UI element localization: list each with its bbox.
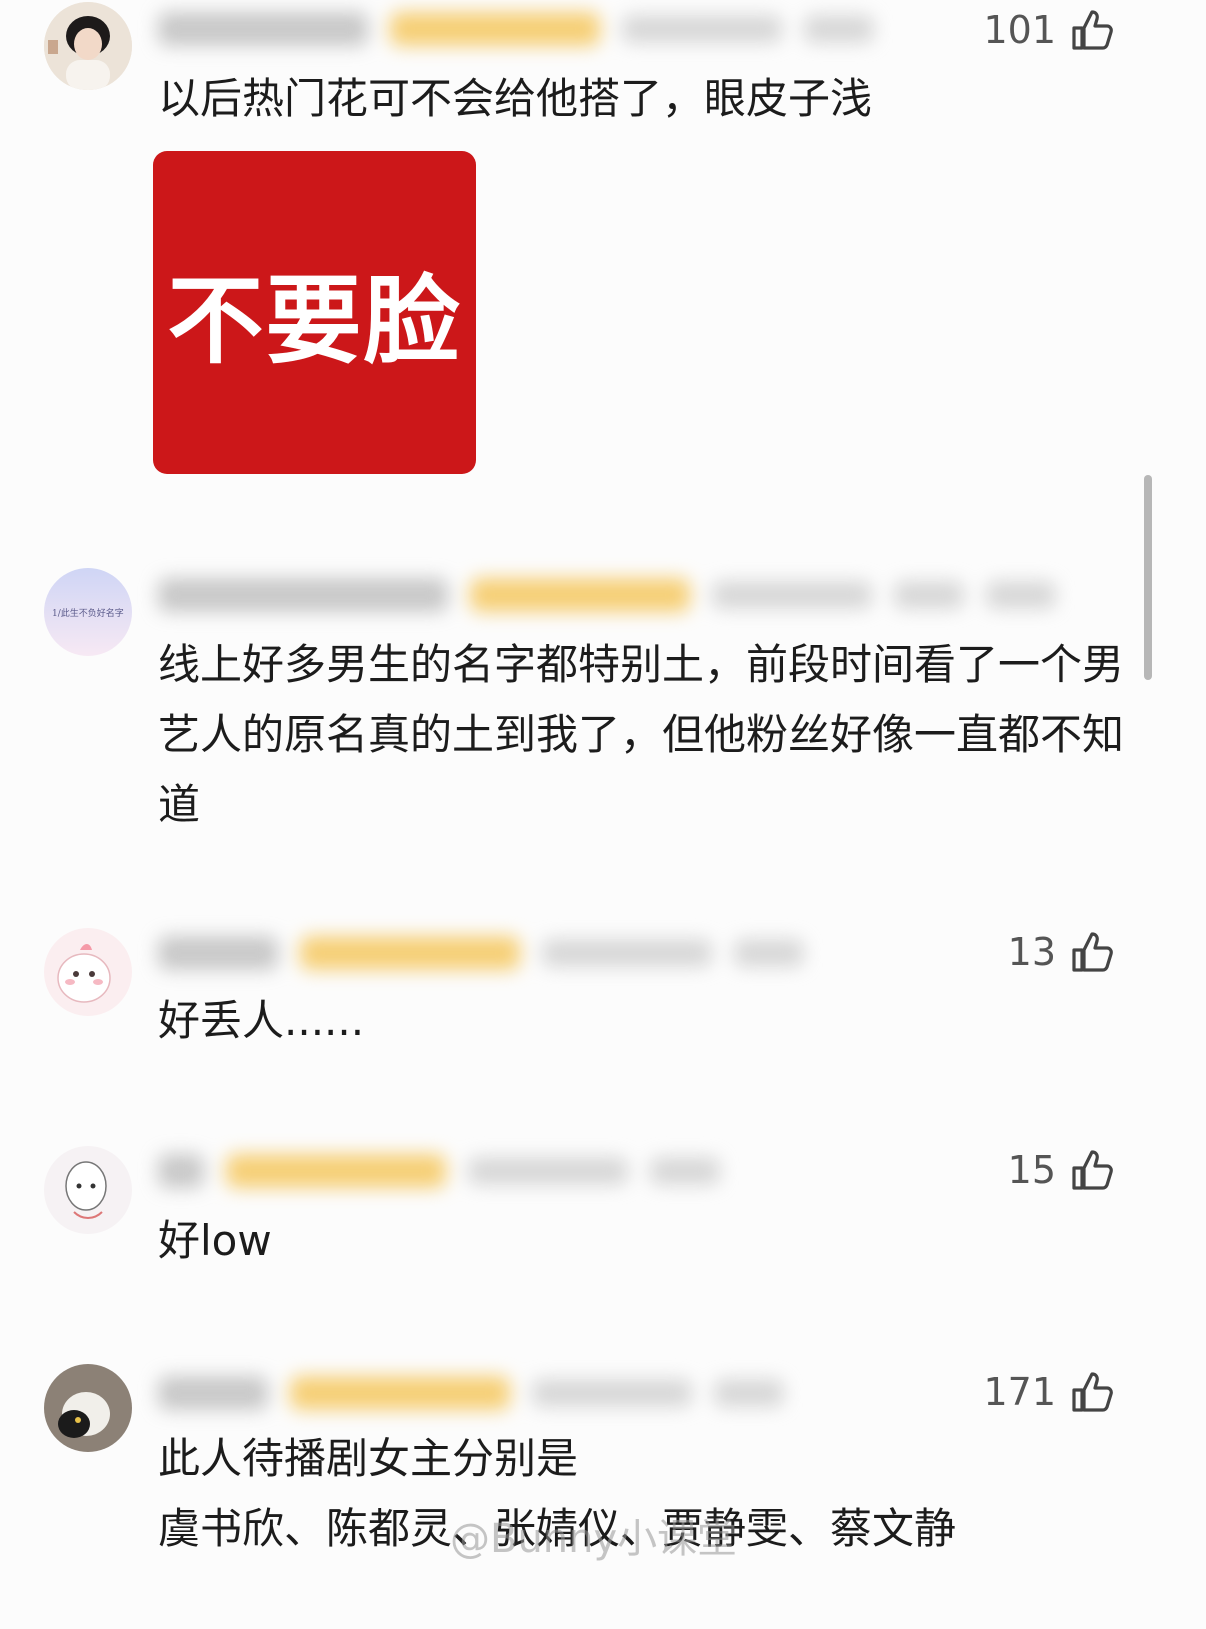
comment-text: 好low xyxy=(158,1216,272,1265)
username-blurred[interactable] xyxy=(158,1148,720,1194)
avatar[interactable] xyxy=(44,928,132,1016)
username-blurred[interactable] xyxy=(158,572,1056,618)
comment-text: 以后热门花可不会给他搭了，眼皮子浅 xyxy=(158,74,873,123)
watermark: @Bunny小课堂 xyxy=(450,1516,738,1562)
avatar[interactable]: 1/此生不负好名字 xyxy=(44,568,132,656)
like-count: 171 xyxy=(983,1370,1056,1414)
scrollbar[interactable] xyxy=(1144,475,1152,680)
like-count: 101 xyxy=(983,8,1056,52)
comment-text: 好丢人...... xyxy=(158,996,365,1045)
comment-2: 1/此生不负好名字 线上好多男生的名字都特别土，前段时间看了一个男艺人的原名真的… xyxy=(0,560,1206,860)
username-blurred[interactable] xyxy=(158,1370,784,1416)
thumbs-up-icon[interactable] xyxy=(1068,928,1116,976)
sticker-image[interactable]: 不要脸 xyxy=(153,151,476,474)
comment-1: 101 以后热门花可不会给他搭了，眼皮子浅 不要脸 xyxy=(0,0,1206,490)
thumbs-up-icon[interactable] xyxy=(1068,1368,1116,1416)
thumbs-up-icon[interactable] xyxy=(1068,1146,1116,1194)
comment-3: 13 好丢人...... xyxy=(0,920,1206,1060)
comment-text: 线上好多男生的名字都特别土，前段时间看了一个男艺人的原名真的土到我了，但他粉丝好… xyxy=(158,640,1125,829)
like-control[interactable]: 15 xyxy=(1008,1146,1116,1194)
username-blurred[interactable] xyxy=(158,930,804,976)
comment-5: 171 此人待播剧女主分别是 虞书欣、陈都灵、张婧仪、贾静雯、蔡文静 xyxy=(0,1362,1206,1629)
sticker-text: 不要脸 xyxy=(167,265,462,377)
thumbs-up-icon[interactable] xyxy=(1068,6,1116,54)
avatar[interactable] xyxy=(44,1146,132,1234)
username-blurred[interactable] xyxy=(158,6,874,52)
like-count: 13 xyxy=(1007,930,1056,974)
avatar-caption: 1/此生不负好名字 xyxy=(52,609,124,619)
avatar[interactable] xyxy=(44,1364,132,1452)
comment-4: 15 好low xyxy=(0,1140,1206,1280)
avatar[interactable] xyxy=(44,2,132,90)
like-control[interactable]: 101 xyxy=(983,6,1116,54)
like-count: 15 xyxy=(1007,1148,1056,1192)
like-control[interactable]: 171 xyxy=(983,1368,1116,1416)
like-control[interactable]: 13 xyxy=(1008,928,1116,976)
